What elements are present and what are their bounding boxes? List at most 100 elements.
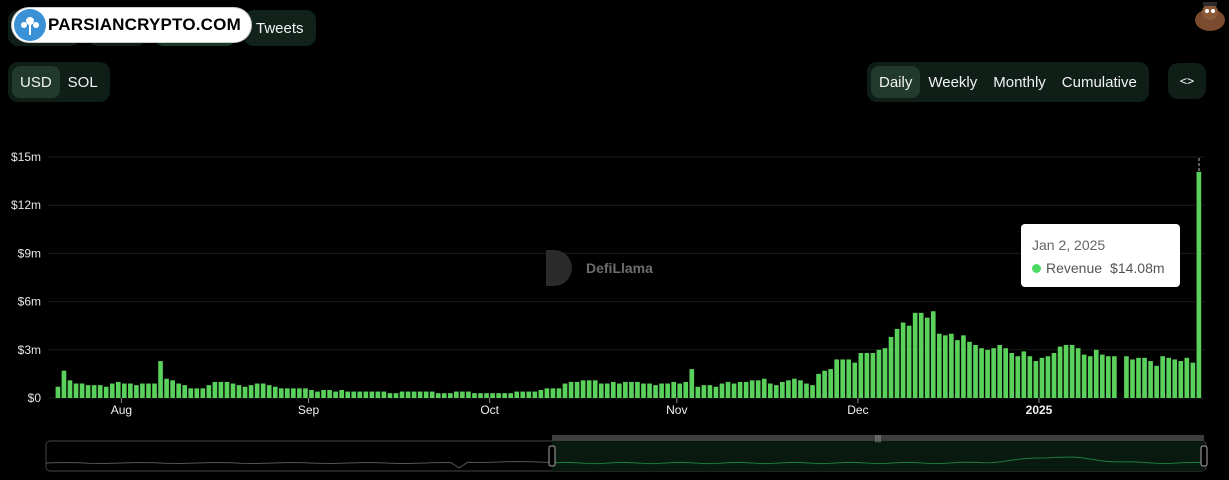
revenue-bar[interactable] bbox=[170, 380, 175, 398]
revenue-bar[interactable] bbox=[1075, 348, 1081, 398]
revenue-bar[interactable] bbox=[1136, 357, 1141, 398]
revenue-bar[interactable] bbox=[405, 391, 411, 398]
revenue-bar[interactable] bbox=[786, 380, 791, 398]
revenue-bar[interactable] bbox=[967, 341, 972, 398]
tab-tweets[interactable]: Tweets bbox=[244, 10, 316, 46]
revenue-bar[interactable] bbox=[490, 393, 495, 398]
revenue-bar[interactable] bbox=[798, 380, 803, 398]
revenue-bar[interactable] bbox=[200, 388, 206, 398]
revenue-bar[interactable] bbox=[122, 383, 127, 398]
revenue-bar[interactable] bbox=[460, 391, 465, 398]
revenue-bar[interactable] bbox=[321, 389, 326, 398]
revenue-bar[interactable] bbox=[109, 383, 115, 398]
revenue-bar[interactable] bbox=[834, 359, 839, 398]
revenue-bar[interactable] bbox=[520, 391, 526, 398]
revenue-bar[interactable] bbox=[303, 388, 308, 398]
revenue-bar[interactable] bbox=[309, 389, 314, 398]
revenue-bar[interactable] bbox=[780, 381, 785, 398]
revenue-bar[interactable] bbox=[297, 388, 302, 398]
revenue-bar[interactable] bbox=[749, 380, 755, 398]
revenue-bar[interactable] bbox=[1196, 171, 1202, 398]
revenue-bar[interactable] bbox=[79, 383, 85, 398]
revenue-bar[interactable] bbox=[1160, 356, 1165, 398]
revenue-bar[interactable] bbox=[792, 378, 797, 398]
revenue-bar[interactable] bbox=[858, 353, 864, 398]
revenue-bar[interactable] bbox=[936, 333, 942, 398]
revenue-bar[interactable] bbox=[1172, 359, 1178, 398]
currency-option-sol[interactable]: SOL bbox=[60, 66, 106, 98]
revenue-bar[interactable] bbox=[146, 383, 151, 398]
revenue-bar[interactable] bbox=[731, 383, 737, 398]
revenue-bar[interactable] bbox=[1154, 365, 1159, 398]
revenue-bar[interactable] bbox=[291, 388, 296, 398]
revenue-bar[interactable] bbox=[115, 381, 121, 398]
revenue-bar[interactable] bbox=[556, 388, 562, 398]
revenue-bar[interactable] bbox=[218, 381, 224, 398]
revenue-bar[interactable] bbox=[574, 381, 580, 398]
revenue-bar[interactable] bbox=[441, 393, 447, 398]
revenue-bar[interactable] bbox=[707, 385, 713, 398]
revenue-bar[interactable] bbox=[454, 391, 459, 398]
revenue-bar[interactable] bbox=[496, 393, 501, 398]
revenue-bar[interactable] bbox=[1190, 362, 1196, 398]
user-avatar[interactable] bbox=[1193, 0, 1227, 32]
revenue-bar[interactable] bbox=[665, 383, 670, 398]
revenue-bar[interactable] bbox=[773, 385, 779, 398]
revenue-bar[interactable] bbox=[188, 388, 194, 398]
revenue-bar[interactable] bbox=[906, 325, 912, 398]
revenue-bar[interactable] bbox=[315, 391, 320, 398]
revenue-bar[interactable] bbox=[822, 370, 827, 398]
revenue-bar[interactable] bbox=[635, 381, 640, 398]
revenue-bar[interactable] bbox=[804, 383, 809, 398]
revenue-bar[interactable] bbox=[918, 312, 924, 398]
revenue-bar[interactable] bbox=[97, 385, 103, 398]
revenue-bar[interactable] bbox=[580, 380, 586, 398]
revenue-bar[interactable] bbox=[816, 373, 821, 398]
revenue-bar[interactable] bbox=[1015, 356, 1021, 398]
revenue-bar[interactable] bbox=[236, 385, 242, 398]
revenue-bar[interactable] bbox=[1039, 357, 1045, 398]
revenue-bar[interactable] bbox=[671, 381, 676, 398]
revenue-bar[interactable] bbox=[212, 381, 218, 398]
brush-right-handle[interactable] bbox=[1200, 445, 1208, 467]
revenue-bar[interactable] bbox=[719, 383, 725, 398]
revenue-bar[interactable] bbox=[586, 380, 592, 398]
revenue-bar[interactable] bbox=[478, 393, 483, 398]
period-option-daily[interactable]: Daily bbox=[871, 66, 921, 98]
revenue-bar[interactable] bbox=[653, 385, 658, 398]
revenue-bar[interactable] bbox=[1106, 356, 1111, 398]
revenue-bar[interactable] bbox=[508, 393, 513, 398]
revenue-bar[interactable] bbox=[641, 383, 646, 398]
revenue-bar[interactable] bbox=[876, 349, 882, 398]
revenue-bar[interactable] bbox=[1142, 357, 1147, 398]
revenue-bar[interactable] bbox=[997, 344, 1002, 398]
revenue-bar[interactable] bbox=[272, 386, 278, 398]
revenue-bar[interactable] bbox=[73, 383, 79, 398]
revenue-bar[interactable] bbox=[1009, 353, 1015, 398]
revenue-bar[interactable] bbox=[1166, 357, 1172, 398]
revenue-bar[interactable] bbox=[1087, 356, 1093, 398]
revenue-bar[interactable] bbox=[472, 393, 477, 398]
revenue-bar[interactable] bbox=[435, 393, 441, 398]
revenue-bar[interactable] bbox=[900, 322, 906, 398]
revenue-bar[interactable] bbox=[206, 385, 212, 398]
revenue-bar[interactable] bbox=[429, 391, 435, 398]
revenue-bar[interactable] bbox=[617, 383, 622, 398]
embed-code-button[interactable]: <> bbox=[1168, 63, 1206, 99]
revenue-bar[interactable] bbox=[1184, 357, 1190, 398]
revenue-bar[interactable] bbox=[755, 380, 761, 398]
revenue-bar[interactable] bbox=[550, 388, 556, 398]
revenue-bar[interactable] bbox=[677, 383, 683, 398]
revenue-bar[interactable] bbox=[152, 383, 157, 398]
revenue-bar[interactable] bbox=[67, 380, 73, 398]
revenue-bar[interactable] bbox=[1099, 354, 1105, 398]
revenue-bar[interactable] bbox=[562, 383, 568, 398]
revenue-bar[interactable] bbox=[659, 383, 664, 398]
revenue-bar[interactable] bbox=[514, 391, 520, 398]
revenue-bar[interactable] bbox=[61, 370, 67, 398]
period-option-monthly[interactable]: Monthly bbox=[985, 66, 1054, 98]
revenue-bar[interactable] bbox=[351, 391, 357, 398]
revenue-bar[interactable] bbox=[1130, 359, 1135, 398]
revenue-bar[interactable] bbox=[260, 383, 266, 398]
revenue-bar[interactable] bbox=[683, 381, 689, 398]
